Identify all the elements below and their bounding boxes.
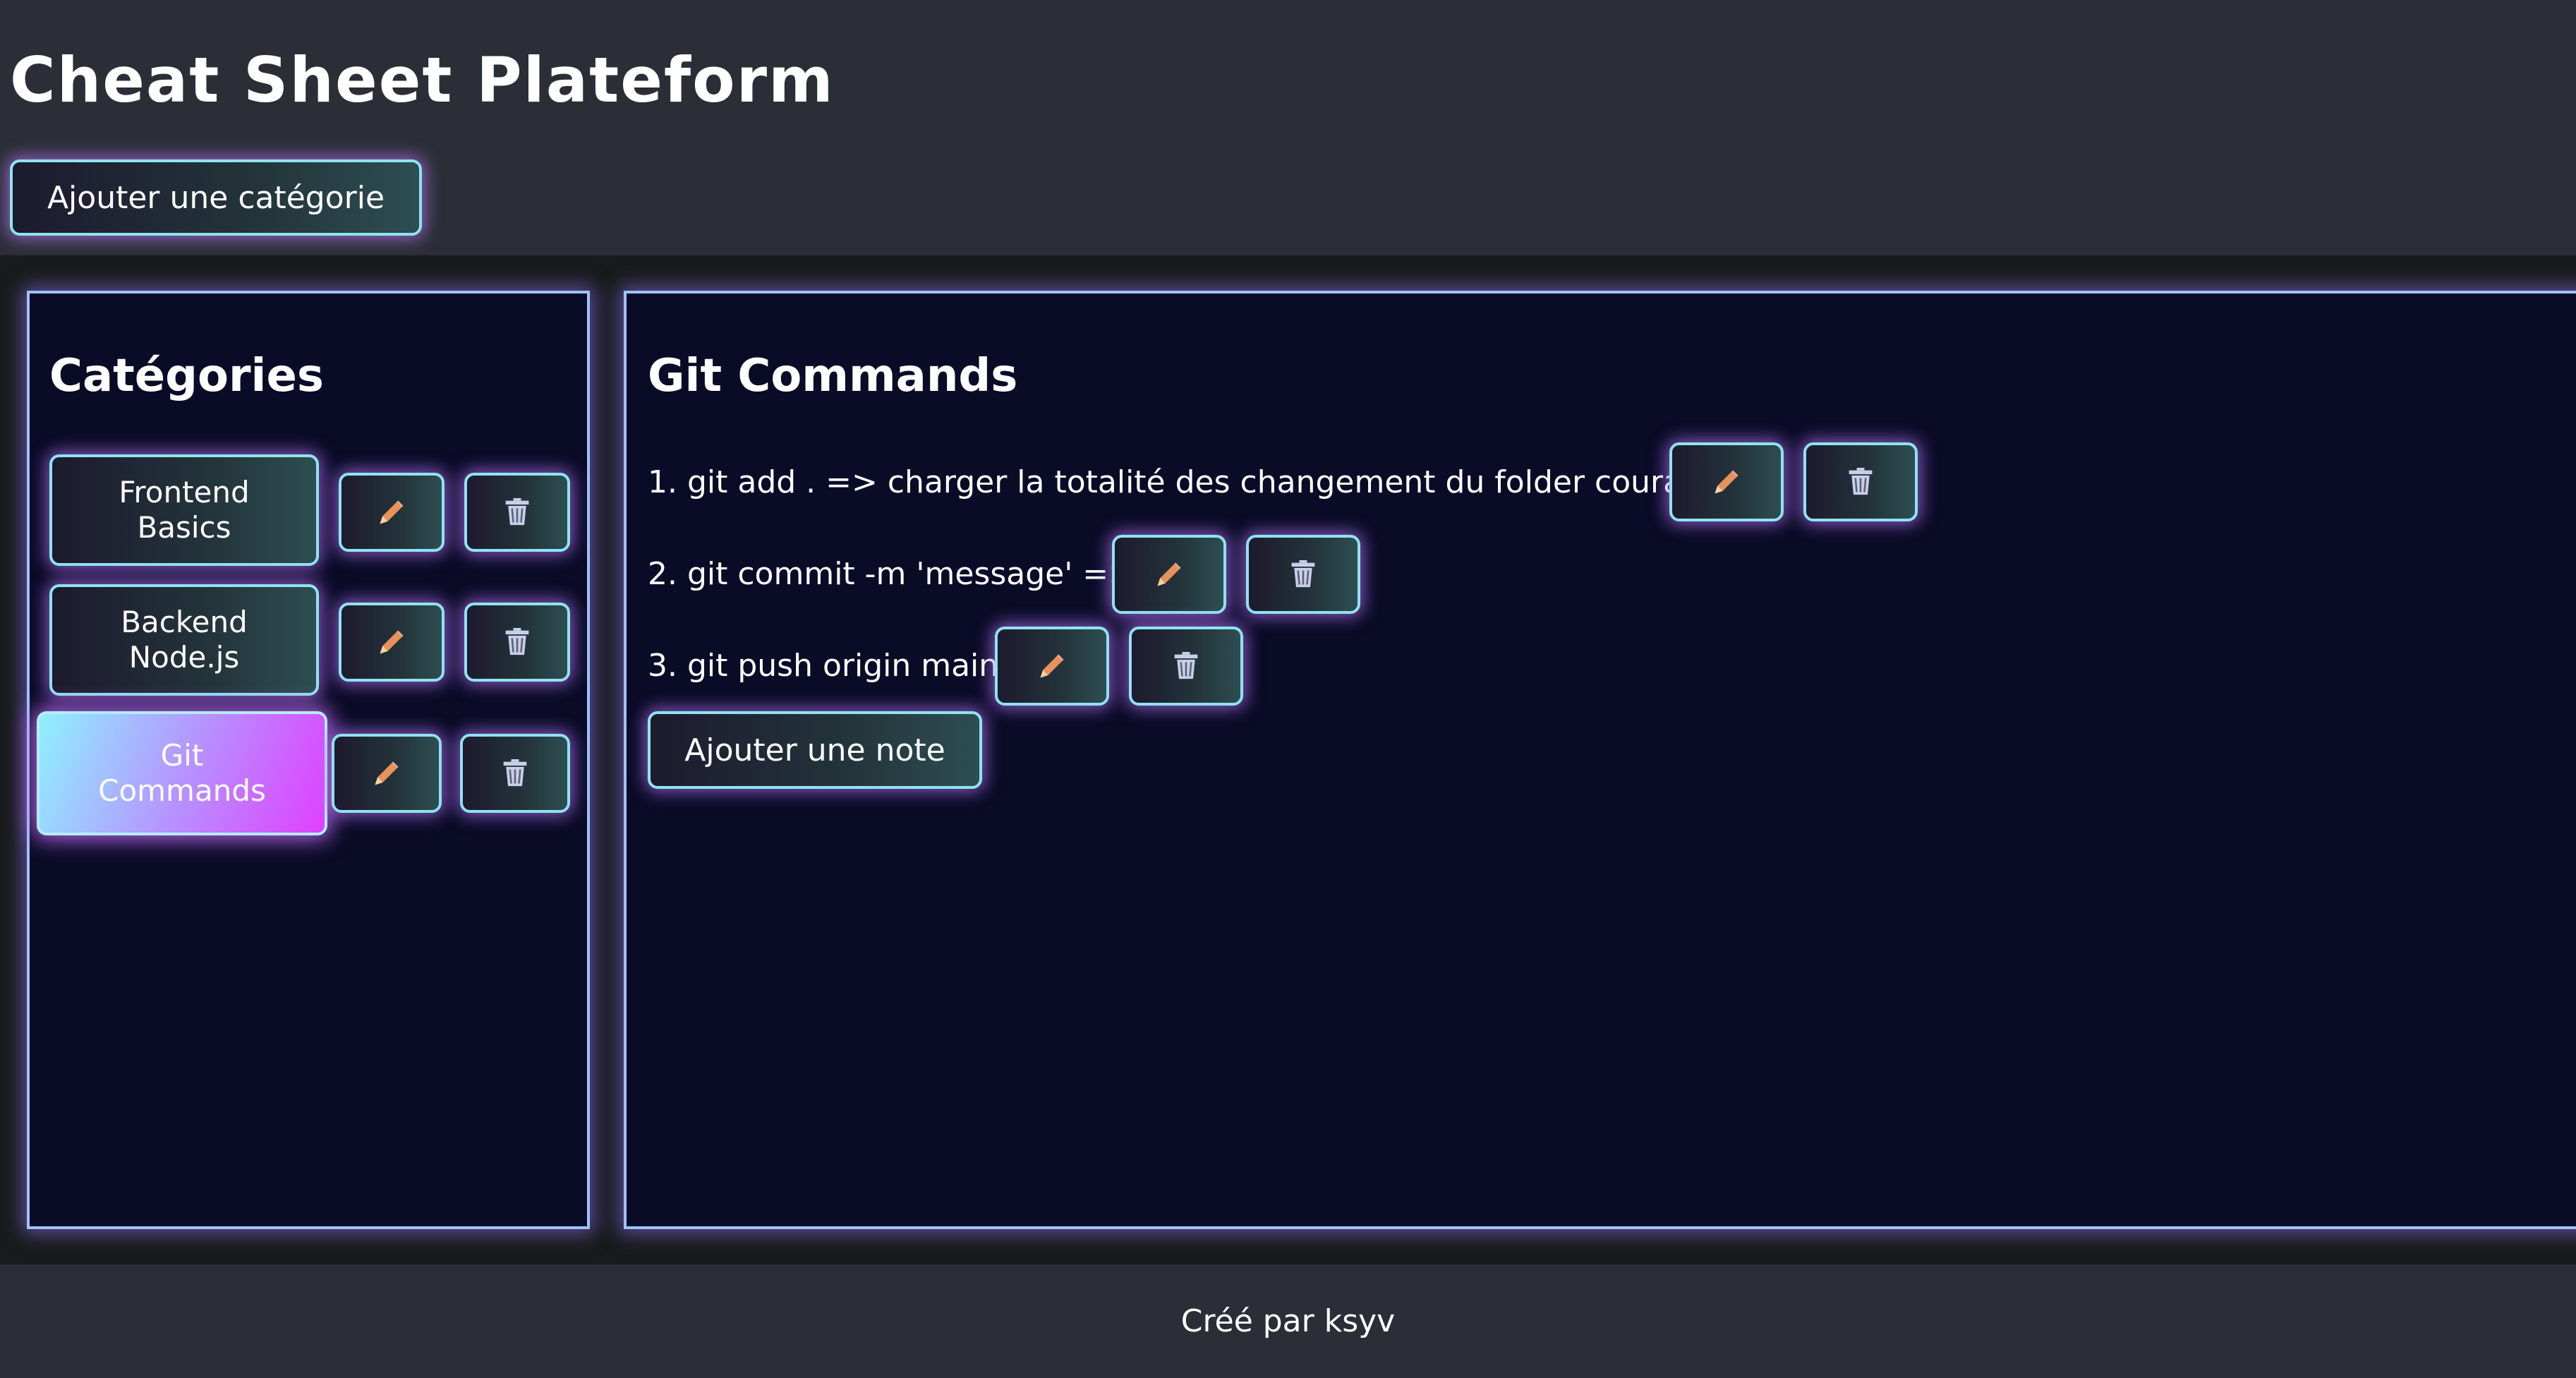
trash-icon xyxy=(1172,651,1200,682)
categories-sidebar: Catégories Frontend Basics Backend Node.… xyxy=(27,291,590,1229)
delete-category-button[interactable] xyxy=(460,734,570,813)
delete-note-button[interactable] xyxy=(1129,627,1243,706)
notes-panel: Git Commands 1. git add . => charger la … xyxy=(624,291,2576,1229)
category-label-line1: Backend xyxy=(121,605,248,639)
pencil-icon xyxy=(1036,651,1068,682)
category-label-line2: Basics xyxy=(137,510,231,545)
note-text: 1. git add . => charger la totalité des … xyxy=(648,464,1715,500)
edit-category-button[interactable] xyxy=(339,603,445,682)
category-button-frontend-basics[interactable]: Frontend Basics xyxy=(49,454,319,566)
category-label-line1: Git xyxy=(160,738,204,773)
pencil-icon xyxy=(371,758,402,789)
category-label-line1: Frontend xyxy=(119,475,250,509)
trash-icon xyxy=(1846,466,1875,497)
trash-icon xyxy=(501,758,529,789)
main-area: Catégories Frontend Basics Backend Node.… xyxy=(0,255,2576,1264)
category-button-backend-nodejs[interactable]: Backend Node.js xyxy=(49,584,319,696)
edit-category-button[interactable] xyxy=(332,734,442,813)
category-label-line2: Node.js xyxy=(128,640,240,675)
delete-note-button[interactable] xyxy=(1803,442,1918,521)
edit-note-button[interactable] xyxy=(1112,535,1226,614)
trash-icon xyxy=(503,497,531,528)
note-text: 3. git push origin main xyxy=(648,648,999,684)
page-footer: Créé par ksyv xyxy=(0,1264,2576,1378)
delete-note-button[interactable] xyxy=(1246,535,1360,614)
category-button-git-commands[interactable]: Git Commands xyxy=(37,711,327,835)
category-title: Git Commands xyxy=(648,350,1018,402)
category-label-line2: Commands xyxy=(98,773,266,808)
app-title: Cheat Sheet Plateform xyxy=(10,44,835,116)
footer-credit: Créé par ksyv xyxy=(1180,1303,1396,1339)
pencil-icon xyxy=(376,497,407,528)
delete-category-button[interactable] xyxy=(464,603,570,682)
edit-note-button[interactable] xyxy=(995,627,1109,706)
pencil-icon xyxy=(376,627,407,658)
note-text: 2. git commit -m 'message' => xyxy=(648,556,1135,592)
page-header: Cheat Sheet Plateform Ajouter une catégo… xyxy=(0,0,2576,255)
edit-note-button[interactable] xyxy=(1669,442,1784,521)
trash-icon xyxy=(1289,559,1317,590)
add-category-button[interactable]: Ajouter une catégorie xyxy=(10,159,422,236)
pencil-icon xyxy=(1154,559,1185,590)
pencil-icon xyxy=(1711,466,1742,497)
trash-icon xyxy=(503,627,531,658)
edit-category-button[interactable] xyxy=(339,473,445,552)
sidebar-heading: Catégories xyxy=(49,350,324,402)
add-note-button[interactable]: Ajouter une note xyxy=(648,711,982,789)
delete-category-button[interactable] xyxy=(464,473,570,552)
